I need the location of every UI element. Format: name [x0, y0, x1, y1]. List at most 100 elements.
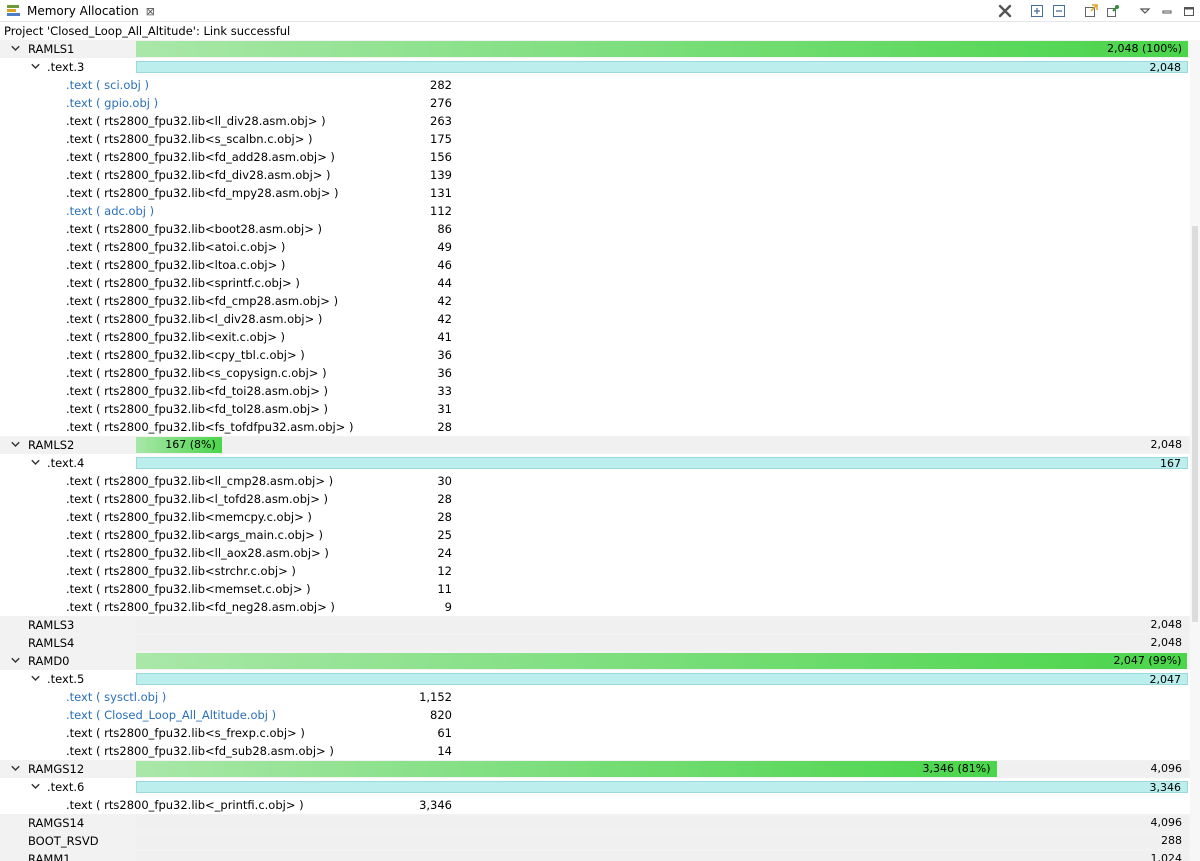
object-row[interactable]: .text ( rts2800_fpu32.lib<l_tofd28.asm.o…: [0, 490, 1190, 508]
memory-region-row[interactable]: RAMGS12 3,346 (81%) 4,096: [0, 760, 1190, 778]
chevron-down-icon[interactable]: [10, 40, 22, 58]
maximize-icon[interactable]: [1180, 2, 1198, 20]
object-row[interactable]: .text ( rts2800_fpu32.lib<ltoa.c.obj> ) 4…: [0, 256, 1190, 274]
memory-region-row[interactable]: BOOT_RSVD 288: [0, 832, 1190, 850]
export-icon[interactable]: [1082, 2, 1100, 20]
object-row[interactable]: .text ( rts2800_fpu32.lib<memset.c.obj> …: [0, 580, 1190, 598]
object-row[interactable]: .text ( rts2800_fpu32.lib<fd_tol28.asm.o…: [0, 400, 1190, 418]
remove-all-icon[interactable]: [996, 2, 1014, 20]
object-row[interactable]: .text ( Closed_Loop_All_Altitude.obj ) 82…: [0, 706, 1190, 724]
region-size: 2,048: [1150, 618, 1183, 631]
object-row[interactable]: .text ( rts2800_fpu32.lib<strchr.c.obj> …: [0, 562, 1190, 580]
object-row[interactable]: .text ( rts2800_fpu32.lib<fd_cmp28.asm.o…: [0, 292, 1190, 310]
object-name[interactable]: .text ( sci.obj ): [66, 76, 149, 94]
object-row[interactable]: .text ( gpio.obj ) 276: [0, 94, 1190, 112]
section-bar-text-6: 3,346: [136, 781, 1188, 794]
memory-region-row[interactable]: RAMD0 2,047 (99%): [0, 652, 1190, 670]
object-row[interactable]: .text ( rts2800_fpu32.lib<sprintf.c.obj>…: [0, 274, 1190, 292]
scrollbar-thumb[interactable]: [1192, 226, 1198, 622]
object-size: 1,152: [419, 690, 452, 704]
memory-region-row[interactable]: RAMLS1 2,048 (100%): [0, 40, 1190, 58]
object-size: 36: [437, 366, 452, 380]
object-size: 46: [437, 258, 452, 272]
region-size: 1,024: [1150, 852, 1183, 861]
view-menu-icon[interactable]: [1136, 2, 1154, 20]
object-row[interactable]: .text ( rts2800_fpu32.lib<fd_neg28.asm.o…: [0, 598, 1190, 616]
section-row[interactable]: .text.4 167: [0, 454, 1190, 472]
object-name[interactable]: .text ( adc.obj ): [66, 202, 154, 220]
usage-bar-fill: 2,047 (99%): [136, 653, 1188, 669]
object-row[interactable]: .text ( rts2800_fpu32.lib<memcpy.c.obj> …: [0, 508, 1190, 526]
object-row[interactable]: .text ( rts2800_fpu32.lib<_printfi.c.obj…: [0, 796, 1190, 814]
object-row[interactable]: .text ( rts2800_fpu32.lib<exit.c.obj> ) 4…: [0, 328, 1190, 346]
object-row[interactable]: .text ( rts2800_fpu32.lib<fd_mpy28.asm.o…: [0, 184, 1190, 202]
object-row[interactable]: .text ( rts2800_fpu32.lib<fd_add28.asm.o…: [0, 148, 1190, 166]
object-row[interactable]: .text ( rts2800_fpu32.lib<args_main.c.ob…: [0, 526, 1190, 544]
chevron-down-icon[interactable]: [30, 454, 42, 472]
object-row[interactable]: .text ( adc.obj ) 112: [0, 202, 1190, 220]
usage-bar-ramls2: 167 (8%) 2,048: [136, 437, 1188, 453]
object-row[interactable]: .text ( rts2800_fpu32.lib<l_div28.asm.ob…: [0, 310, 1190, 328]
chevron-down-icon[interactable]: [10, 436, 22, 454]
memory-region-row[interactable]: RAMLS4 2,048: [0, 634, 1190, 652]
section-row[interactable]: .text.3 2,048: [0, 58, 1190, 76]
section-name: .text.6: [47, 780, 85, 794]
tab-title: Memory Allocation: [27, 4, 139, 18]
section-row[interactable]: .text.6 3,346: [0, 778, 1190, 796]
usage-bar-ramls1: 2,048 (100%): [136, 41, 1188, 57]
object-name: .text ( rts2800_fpu32.lib<fd_cmp28.asm.o…: [66, 294, 339, 308]
region-name: RAMGS14: [28, 816, 85, 830]
usage-bar-fill: 3,346 (81%): [136, 761, 997, 777]
memory-region-row[interactable]: RAMGS14 4,096: [0, 814, 1190, 832]
object-name: .text ( rts2800_fpu32.lib<l_tofd28.asm.o…: [66, 492, 328, 506]
object-row[interactable]: .text ( rts2800_fpu32.lib<ll_div28.asm.o…: [0, 112, 1190, 130]
pin-icon[interactable]: [1104, 2, 1122, 20]
region-size: 288: [1161, 834, 1182, 847]
minimize-icon[interactable]: [1158, 2, 1176, 20]
region-size: 4,096: [1150, 762, 1183, 775]
chevron-down-icon[interactable]: [30, 778, 42, 796]
object-name: .text ( rts2800_fpu32.lib<ll_div28.asm.o…: [66, 114, 326, 128]
object-row[interactable]: .text ( rts2800_fpu32.lib<cpy_tbl.c.obj>…: [0, 346, 1190, 364]
memory-allocation-tab[interactable]: Memory Allocation ⊠: [0, 0, 155, 22]
usage-label: 2,048 (100%): [1106, 42, 1182, 55]
object-name[interactable]: .text ( gpio.obj ): [66, 94, 158, 112]
collapse-all-icon[interactable]: [1050, 2, 1068, 20]
object-row[interactable]: .text ( rts2800_fpu32.lib<boot28.asm.obj…: [0, 220, 1190, 238]
object-row[interactable]: .text ( rts2800_fpu32.lib<s_frexp.c.obj>…: [0, 724, 1190, 742]
object-name: .text ( rts2800_fpu32.lib<cpy_tbl.c.obj>…: [66, 348, 305, 362]
object-name: .text ( rts2800_fpu32.lib<fd_tol28.asm.o…: [66, 402, 328, 416]
vertical-scrollbar[interactable]: [1190, 40, 1200, 861]
memory-region-row[interactable]: RAMLS3 2,048: [0, 616, 1190, 634]
object-row[interactable]: .text ( rts2800_fpu32.lib<atoi.c.obj> ) 4…: [0, 238, 1190, 256]
object-name[interactable]: .text ( Closed_Loop_All_Altitude.obj ): [66, 706, 276, 724]
object-name[interactable]: .text ( sysctl.obj ): [66, 688, 166, 706]
object-size: 36: [437, 348, 452, 362]
object-size: 3,346: [419, 798, 452, 812]
usage-bar-ramgs12: 3,346 (81%) 4,096: [136, 761, 1188, 777]
section-name: .text.5: [47, 672, 85, 686]
object-row[interactable]: .text ( rts2800_fpu32.lib<fd_sub28.asm.o…: [0, 742, 1190, 760]
chevron-down-icon[interactable]: [10, 652, 22, 670]
expand-all-icon[interactable]: [1028, 2, 1046, 20]
memory-region-row[interactable]: RAMM1 1,024: [0, 850, 1190, 861]
object-row[interactable]: .text ( rts2800_fpu32.lib<fs_tofdfpu32.a…: [0, 418, 1190, 436]
object-row[interactable]: .text ( rts2800_fpu32.lib<s_copysign.c.o…: [0, 364, 1190, 382]
object-row[interactable]: .text ( rts2800_fpu32.lib<fd_div28.asm.o…: [0, 166, 1190, 184]
chevron-down-icon[interactable]: [10, 760, 22, 778]
link-status-message: Project 'Closed_Loop_All_Altitude': Link…: [4, 24, 291, 38]
object-row[interactable]: .text ( sysctl.obj ) 1,152: [0, 688, 1190, 706]
object-row[interactable]: .text ( rts2800_fpu32.lib<s_scalbn.c.obj…: [0, 130, 1190, 148]
object-row[interactable]: .text ( rts2800_fpu32.lib<fd_toi28.asm.o…: [0, 382, 1190, 400]
object-row[interactable]: .text ( sci.obj ) 282: [0, 76, 1190, 94]
object-row[interactable]: .text ( rts2800_fpu32.lib<ll_cmp28.asm.o…: [0, 472, 1190, 490]
tab-close-icon[interactable]: ⊠: [146, 5, 155, 18]
object-size: 33: [437, 384, 452, 398]
object-name: .text ( rts2800_fpu32.lib<ll_cmp28.asm.o…: [66, 474, 334, 488]
memory-region-row[interactable]: RAMLS2 167 (8%) 2,048: [0, 436, 1190, 454]
object-row[interactable]: .text ( rts2800_fpu32.lib<ll_aox28.asm.o…: [0, 544, 1190, 562]
object-name: .text ( rts2800_fpu32.lib<memcpy.c.obj> …: [66, 510, 312, 524]
chevron-down-icon[interactable]: [30, 670, 42, 688]
chevron-down-icon[interactable]: [30, 58, 42, 76]
section-row[interactable]: .text.5 2,047: [0, 670, 1190, 688]
